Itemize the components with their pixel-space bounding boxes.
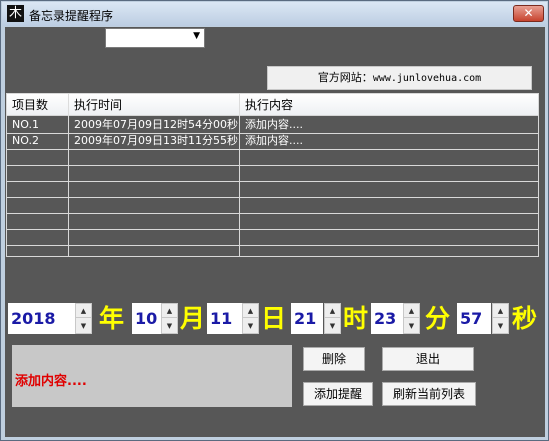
spinner-down-icon[interactable]: ▼ — [493, 319, 508, 333]
minute-field[interactable]: 23 — [371, 303, 403, 334]
grid-line — [7, 245, 538, 246]
table-row[interactable]: NO.1 2009年07月09日12时54分00秒 添加内容.... — [7, 118, 538, 133]
grid-line — [7, 181, 538, 182]
grid-line — [7, 197, 538, 198]
spinner-down-icon[interactable]: ▼ — [243, 319, 258, 333]
minute-spinner[interactable]: ▲ ▼ — [403, 303, 420, 334]
day-field[interactable]: 11 — [207, 303, 242, 334]
website-banner[interactable]: 官方网站：www.junlovehua.com — [267, 66, 532, 90]
reminder-list[interactable]: 项目数 执行时间 执行内容 NO.1 2009年07月09日12时54分00秒 … — [6, 93, 539, 257]
grid-line — [239, 116, 240, 256]
spinner-down-icon[interactable]: ▼ — [162, 319, 177, 333]
row-index: NO.2 — [12, 134, 39, 147]
memo-text: 添加内容.... — [15, 374, 87, 389]
grid-line — [7, 133, 538, 134]
column-header-time[interactable]: 执行时间 — [69, 94, 240, 116]
spinner-down-icon[interactable]: ▼ — [325, 319, 340, 333]
spinner-up-icon[interactable]: ▲ — [162, 304, 177, 318]
row-content: 添加内容.... — [245, 118, 303, 131]
day-spinner[interactable]: ▲ ▼ — [242, 303, 259, 334]
window-title: 备忘录提醒程序 — [29, 9, 114, 23]
close-button[interactable]: ✕ — [513, 5, 544, 22]
memo-textarea[interactable]: 添加内容.... — [12, 345, 292, 407]
title-bar[interactable]: 木 备忘录提醒程序 ✕ — [2, 2, 547, 26]
spinner-up-icon[interactable]: ▲ — [76, 304, 91, 318]
grid-line — [68, 116, 69, 256]
year-unit: 年 — [99, 304, 125, 333]
hour-unit: 时 — [343, 304, 369, 333]
spinner-down-icon[interactable]: ▼ — [76, 319, 91, 333]
month-spinner[interactable]: ▲ ▼ — [161, 303, 178, 334]
second-spinner[interactable]: ▲ ▼ — [492, 303, 509, 334]
second-unit: 秒 — [512, 304, 538, 333]
add-reminder-button[interactable]: 添加提醒 — [303, 382, 373, 406]
spinner-up-icon[interactable]: ▲ — [325, 304, 340, 318]
second-field[interactable]: 57 — [457, 303, 491, 334]
spinner-up-icon[interactable]: ▲ — [404, 304, 419, 318]
app-window: 木 备忘录提醒程序 ✕ ▼ 官方网站：www.junlovehua.com 项目… — [0, 0, 549, 441]
spinner-down-icon[interactable]: ▼ — [404, 319, 419, 333]
spinner-up-icon[interactable]: ▲ — [243, 304, 258, 318]
month-field[interactable]: 10 — [132, 303, 161, 334]
datetime-picker: 2018 ▲ ▼ 年 10 ▲ ▼ 月 11 ▲ ▼ 日 21 ▲ ▼ 时 23… — [5, 303, 545, 335]
delete-button[interactable]: 删除 — [303, 347, 365, 371]
exit-button[interactable]: 退出 — [382, 347, 474, 371]
website-url[interactable]: www.junlovehua.com — [373, 73, 481, 84]
hour-spinner[interactable]: ▲ ▼ — [324, 303, 341, 334]
day-unit: 日 — [261, 304, 287, 333]
column-header-content[interactable]: 执行内容 — [240, 94, 538, 116]
month-unit: 月 — [180, 304, 206, 333]
client-area: ▼ 官方网站：www.junlovehua.com 项目数 执行时间 执行内容 … — [5, 27, 545, 437]
combo-box[interactable]: ▼ — [105, 28, 205, 48]
row-content: 添加内容.... — [245, 134, 303, 147]
app-icon: 木 — [7, 5, 24, 22]
list-header: 项目数 执行时间 执行内容 — [7, 94, 538, 116]
column-header-index[interactable]: 项目数 — [7, 94, 69, 116]
refresh-list-button[interactable]: 刷新当前列表 — [382, 382, 476, 406]
row-time: 2009年07月09日13时11分55秒 — [74, 134, 238, 147]
row-time: 2009年07月09日12时54分00秒 — [74, 118, 238, 131]
table-row[interactable]: NO.2 2009年07月09日13时11分55秒 添加内容.... — [7, 134, 538, 149]
grid-line — [7, 149, 538, 150]
spinner-up-icon[interactable]: ▲ — [493, 304, 508, 318]
grid-line — [7, 229, 538, 230]
grid-line — [7, 213, 538, 214]
row-index: NO.1 — [12, 118, 39, 131]
grid-line — [7, 165, 538, 166]
hour-field[interactable]: 21 — [291, 303, 323, 334]
year-field[interactable]: 2018 — [8, 303, 75, 334]
minute-unit: 分 — [425, 304, 451, 333]
year-spinner[interactable]: ▲ ▼ — [75, 303, 92, 334]
chevron-down-icon[interactable]: ▼ — [193, 31, 200, 41]
website-label: 官方网站： — [317, 71, 373, 84]
